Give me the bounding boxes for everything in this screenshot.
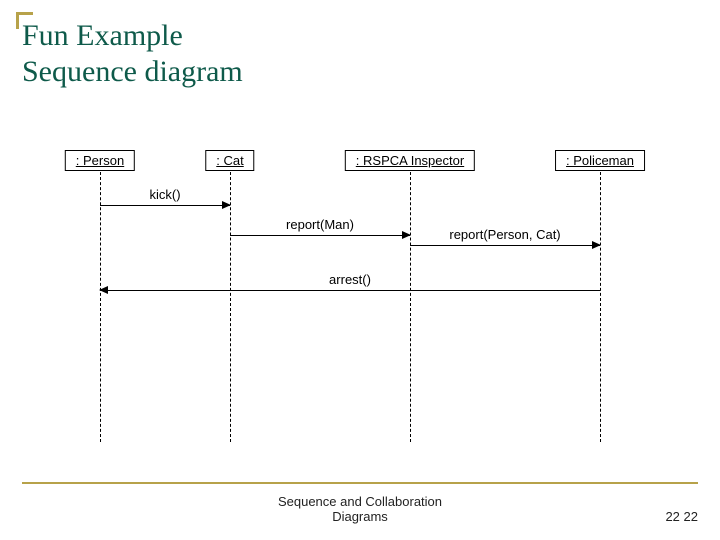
- lifeline: [410, 172, 411, 442]
- arrow-right-icon: [592, 241, 601, 249]
- participant: : RSPCA Inspector: [345, 150, 475, 171]
- title-block: Fun Example Sequence diagram: [22, 18, 243, 90]
- message-label: report(Person, Cat): [449, 227, 560, 242]
- page-number-a: 22: [665, 509, 679, 524]
- slide: Fun Example Sequence diagram : Person : C…: [0, 0, 720, 540]
- message-arrow: [100, 290, 600, 291]
- message-arrow: [410, 245, 600, 246]
- footer-text: Sequence and Collaboration Diagrams: [0, 494, 720, 524]
- page-number-b: 22: [684, 509, 698, 524]
- message-label: arrest(): [329, 272, 371, 287]
- lifeline: [100, 172, 101, 442]
- participant-label: : RSPCA Inspector: [356, 153, 464, 168]
- footer-rule: [22, 482, 698, 484]
- message-arrow: [100, 205, 230, 206]
- participant: : Person: [65, 150, 135, 171]
- page-number: 22 22: [665, 509, 698, 524]
- slide-title: Fun Example Sequence diagram: [22, 18, 243, 90]
- sequence-diagram: : Person : Cat : RSPCA Inspector : Policema…: [40, 150, 680, 450]
- participant-box: : Policeman: [555, 150, 645, 171]
- participant: : Cat: [205, 150, 254, 171]
- participant: : Policeman: [555, 150, 645, 171]
- lifeline: [600, 172, 601, 442]
- accent-corner-icon: [16, 12, 33, 29]
- participant-label: : Policeman: [566, 153, 634, 168]
- arrow-right-icon: [222, 201, 231, 209]
- participant-box: : Person: [65, 150, 135, 171]
- lifeline: [230, 172, 231, 442]
- participant-box: : Cat: [205, 150, 254, 171]
- message-arrow: [230, 235, 410, 236]
- participant-label: : Person: [76, 153, 124, 168]
- participant-label: : Cat: [216, 153, 243, 168]
- message-label: report(Man): [286, 217, 354, 232]
- arrow-right-icon: [402, 231, 411, 239]
- message-label: kick(): [149, 187, 180, 202]
- arrow-left-icon: [99, 286, 108, 294]
- participant-box: : RSPCA Inspector: [345, 150, 475, 171]
